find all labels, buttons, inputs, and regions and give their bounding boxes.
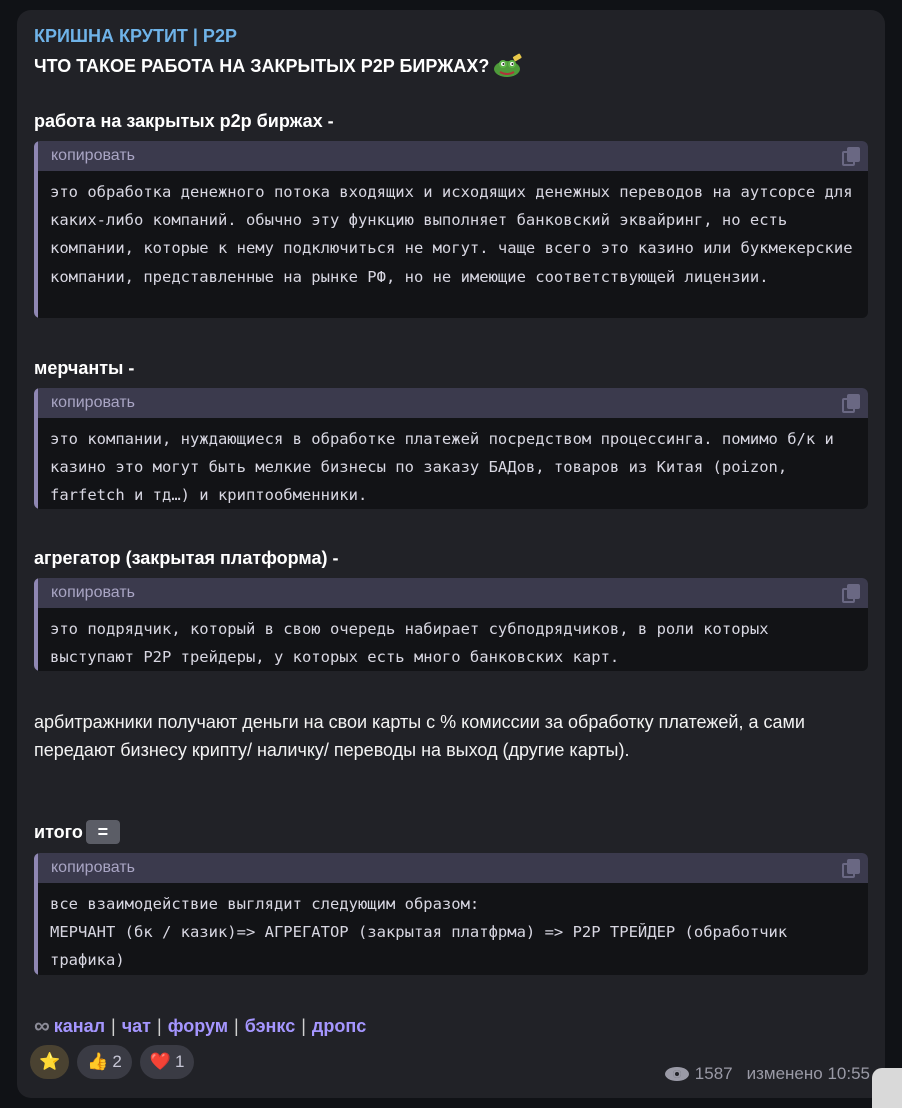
edited-time: изменено 10:55 [746,1064,870,1083]
code-block-summary: копировать все взаимодействие выглядит с… [34,853,868,975]
copy-label[interactable]: копировать [51,584,135,602]
star-icon: ⭐ [39,1052,61,1071]
message-meta: 1587 изменено 10:55 [664,1064,870,1084]
link-chat[interactable]: чат [122,1016,151,1037]
link-drops[interactable]: дропс [312,1016,366,1037]
message-headline: ЧТО ТАКОЕ РАБОТА НА ЗАКРЫТЫХ P2P БИРЖАХ? [34,53,523,79]
code-text: это подрядчик, который в свою очередь на… [50,620,778,667]
summary-code-line-1: все взаимодействие выглядит следующим об… [50,895,480,913]
reaction-thumbs-up[interactable]: 👍 2 [77,1045,132,1079]
view-count: 1587 [694,1064,733,1083]
link-banks[interactable]: бэнкс [245,1016,295,1037]
code-header: копировать [34,388,868,418]
footer-links: ∞ канал | чат | форум | бэнкс | дропс [34,1013,366,1039]
code-block-aggregator: копировать это подрядчик, который в свою… [34,578,868,671]
copy-label[interactable]: копировать [51,394,135,412]
code-header: копировать [34,141,868,171]
link-separator: | [234,1015,239,1036]
infinity-icon: ∞ [34,1013,50,1038]
reactions-bar: ⭐ 👍 2 ❤️ 1 [30,1045,195,1079]
scroll-down-button[interactable] [872,1068,902,1108]
equals-emoji-icon: = [85,820,120,844]
copy-label[interactable]: копировать [51,859,135,877]
reaction-count: 1 [174,1052,185,1071]
thumbs-up-icon: 👍 [87,1052,109,1071]
code-header: копировать [34,578,868,608]
link-forum[interactable]: форум [168,1016,228,1037]
code-text: все взаимодействие выглядит следующим об… [34,883,868,975]
code-block-merchants: копировать это компании, нуждающиеся в о… [34,388,868,509]
code-text: это обработка денежного потока входящих … [50,183,862,286]
code-header: копировать [34,853,868,883]
reaction-star[interactable]: ⭐ [30,1045,70,1079]
summary-title: итого [34,821,83,842]
code-block-p2p-work: копировать это обработка денежного поток… [34,141,868,318]
arbitrage-paragraph: арбитражники получают деньги на свои кар… [34,712,805,760]
copy-icon[interactable] [842,859,860,878]
summary-title-row: итого = [34,820,120,844]
section-title-merchants: мерчанты - [34,358,135,378]
link-separator: | [157,1015,162,1036]
copy-icon[interactable] [842,584,860,603]
copy-icon[interactable] [842,147,860,166]
link-separator: | [111,1015,116,1036]
link-channel[interactable]: канал [54,1016,105,1037]
heart-icon: ❤️ [149,1052,171,1071]
channel-name[interactable]: КРИШНА КРУТИТ | P2P [34,26,237,47]
link-separator: | [301,1015,306,1036]
section-title-p2p-work: работа на закрытых p2p биржах - [34,111,334,131]
copy-label[interactable]: копировать [51,147,135,165]
section-title-aggregator: агрегатор (закрытая платформа) - [34,548,339,568]
copy-icon[interactable] [842,394,860,413]
code-text: это компании, нуждающиеся в обработке пл… [50,430,844,505]
reaction-count: 2 [112,1052,122,1071]
eye-icon [664,1067,689,1081]
headline-text: ЧТО ТАКОЕ РАБОТА НА ЗАКРЫТЫХ P2P БИРЖАХ? [34,55,490,76]
summary-code-line-2: МЕРЧАНТ (бк / казик)=> АГРЕГАТОР (закрыт… [50,923,797,970]
frog-emoji-icon [494,53,523,77]
reaction-heart[interactable]: ❤️ 1 [139,1045,195,1079]
